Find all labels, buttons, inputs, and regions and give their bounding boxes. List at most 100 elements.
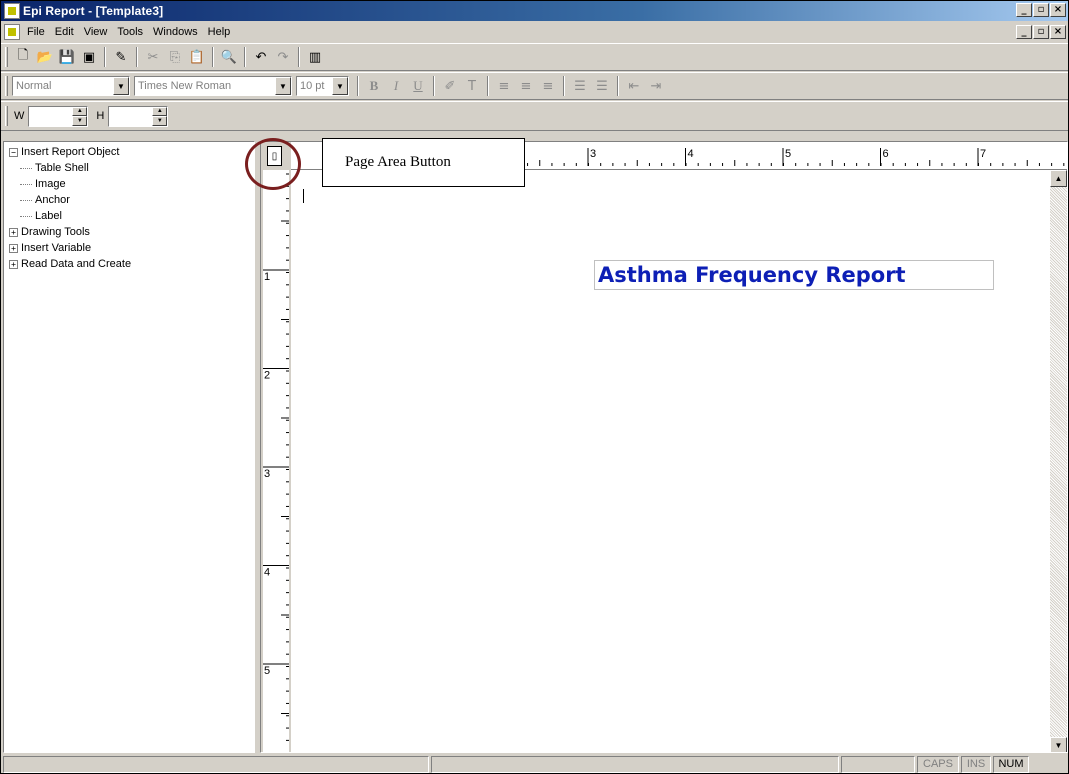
menu-file[interactable]: File [22,26,50,38]
expand-icon[interactable]: + [9,259,18,269]
numbered-list-icon[interactable]: ☰ [569,75,591,97]
tree-node-image[interactable]: Image [6,176,254,192]
decrease-indent-icon[interactable]: ⇤ [623,75,645,97]
menu-view[interactable]: View [79,26,113,38]
align-center-icon[interactable]: ≡ [515,75,537,97]
tree-node-label: Image [35,178,66,190]
tree-node-read-data[interactable]: + Read Data and Create [6,256,254,272]
status-panel-main [3,755,429,773]
toolbar-grip[interactable] [5,106,8,126]
dimension-toolbar: W ▲ ▼ H ▲ ▼ [1,101,1068,131]
height-spinner[interactable]: ▲ ▼ [108,105,169,127]
tree-node-drawing-tools[interactable]: + Drawing Tools [6,224,254,240]
menu-windows[interactable]: Windows [148,26,203,38]
ruler-number: 5 [785,148,791,160]
save-all-icon[interactable]: ▣ [78,46,100,68]
bullet-list-icon[interactable]: ☰ [591,75,613,97]
tree-node-label: Insert Report Object [21,146,120,158]
tree-node-label-item[interactable]: Label [6,208,254,224]
ruler-number: 2 [264,370,270,382]
document-icon[interactable] [4,24,20,40]
width-spinner[interactable]: ▲ ▼ [28,105,89,127]
chevron-down-icon[interactable]: ▼ [332,77,348,95]
scroll-down-icon[interactable]: ▼ [1050,737,1067,752]
title-bar[interactable]: Epi Report - [Template3] _ ▫ × [1,1,1068,21]
collapse-icon[interactable]: − [9,147,18,157]
underline-icon[interactable]: U [407,75,429,97]
status-bar: CAPS INS NUM [1,754,1068,773]
minimize-button[interactable]: _ [1016,3,1032,17]
open-folder-icon[interactable]: 📂 [34,46,56,68]
paste-icon[interactable]: 📋 [186,46,208,68]
highlight-icon[interactable]: ✐ [439,75,461,97]
new-document-icon[interactable]: 🗋 [12,46,34,68]
toolbar-grip[interactable] [5,76,8,96]
chevron-down-icon[interactable]: ▼ [113,77,129,95]
italic-icon[interactable]: I [385,75,407,97]
ruler-number: 5 [264,665,270,677]
maximize-button[interactable]: ▫ [1033,3,1049,17]
edit-properties-icon[interactable]: ✎ [110,46,132,68]
font-dropdown[interactable]: Times New Roman ▼ [134,76,292,96]
document-canvas[interactable]: Asthma Frequency Report [291,170,1053,752]
align-left-icon[interactable]: ≡ [493,75,515,97]
close-button[interactable]: × [1050,3,1066,17]
tree-node-label: Insert Variable [21,242,92,254]
print-preview-icon[interactable]: 🔍 [218,46,240,68]
toolbar-grip[interactable] [5,47,8,67]
tree-connector [20,199,32,201]
menu-help[interactable]: Help [203,26,236,38]
tree-node-label: Drawing Tools [21,226,90,238]
copy-icon[interactable]: ⎘ [164,46,186,68]
callout-highlight-circle [245,138,301,190]
bold-icon[interactable]: B [363,75,385,97]
spin-down-icon[interactable]: ▼ [72,116,88,126]
report-object-tree: − Insert Report Object Table Shell Image… [3,141,255,753]
height-label: H [96,110,105,122]
align-right-icon[interactable]: ≡ [537,75,559,97]
doc-minimize-button[interactable]: _ [1016,25,1032,39]
increase-indent-icon[interactable]: ⇥ [645,75,667,97]
toolbar-separator [357,76,359,96]
menu-tools[interactable]: Tools [112,26,148,38]
spin-up-icon[interactable]: ▲ [152,106,168,116]
vertical-ruler[interactable]: 1 2 3 4 5 [261,170,291,752]
report-title-label[interactable]: Asthma Frequency Report [594,260,994,290]
app-icon[interactable] [4,3,20,19]
app-window: Epi Report - [Template3] _ ▫ × File Edit… [0,0,1069,774]
vertical-scrollbar[interactable]: ▲ ▼ [1050,170,1067,752]
style-dropdown[interactable]: Normal ▼ [12,76,130,96]
ins-indicator: INS [961,755,991,773]
doc-close-button[interactable]: × [1050,25,1066,39]
run-report-icon[interactable]: ▥ [304,46,326,68]
redo-icon[interactable]: ↷ [272,46,294,68]
ruler-number: 4 [688,148,694,160]
num-indicator: NUM [993,755,1029,773]
tree-node-table-shell[interactable]: Table Shell [6,160,254,176]
cut-icon[interactable]: ✂ [142,46,164,68]
scroll-up-icon[interactable]: ▲ [1050,170,1067,187]
expand-icon[interactable]: + [9,227,18,237]
menu-edit[interactable]: Edit [50,26,79,38]
spin-down-icon[interactable]: ▼ [152,116,168,126]
tree-node-insert-report-object[interactable]: − Insert Report Object [6,144,254,160]
toolbar-separator [433,76,435,96]
chevron-down-icon[interactable]: ▼ [275,77,291,95]
tree-node-insert-variable[interactable]: + Insert Variable [6,240,254,256]
undo-icon[interactable]: ↶ [250,46,272,68]
font-size-dropdown[interactable]: 10 pt ▼ [296,76,349,96]
toolbar-separator [563,76,565,96]
font-color-icon[interactable]: T [461,75,483,97]
font-size-dropdown-value: 10 pt [300,80,325,92]
expand-icon[interactable]: + [9,243,18,253]
spin-up-icon[interactable]: ▲ [72,106,88,116]
toolbar-separator [617,76,619,96]
tree-node-label: Read Data and Create [21,258,132,270]
font-dropdown-value: Times New Roman [138,80,232,92]
save-icon[interactable]: 💾 [56,46,78,68]
ruler-number: 6 [883,148,889,160]
toolbar-separator [244,47,246,67]
tree-node-anchor[interactable]: Anchor [6,192,254,208]
style-dropdown-value: Normal [16,80,52,92]
doc-restore-button[interactable]: ▫ [1033,25,1049,39]
